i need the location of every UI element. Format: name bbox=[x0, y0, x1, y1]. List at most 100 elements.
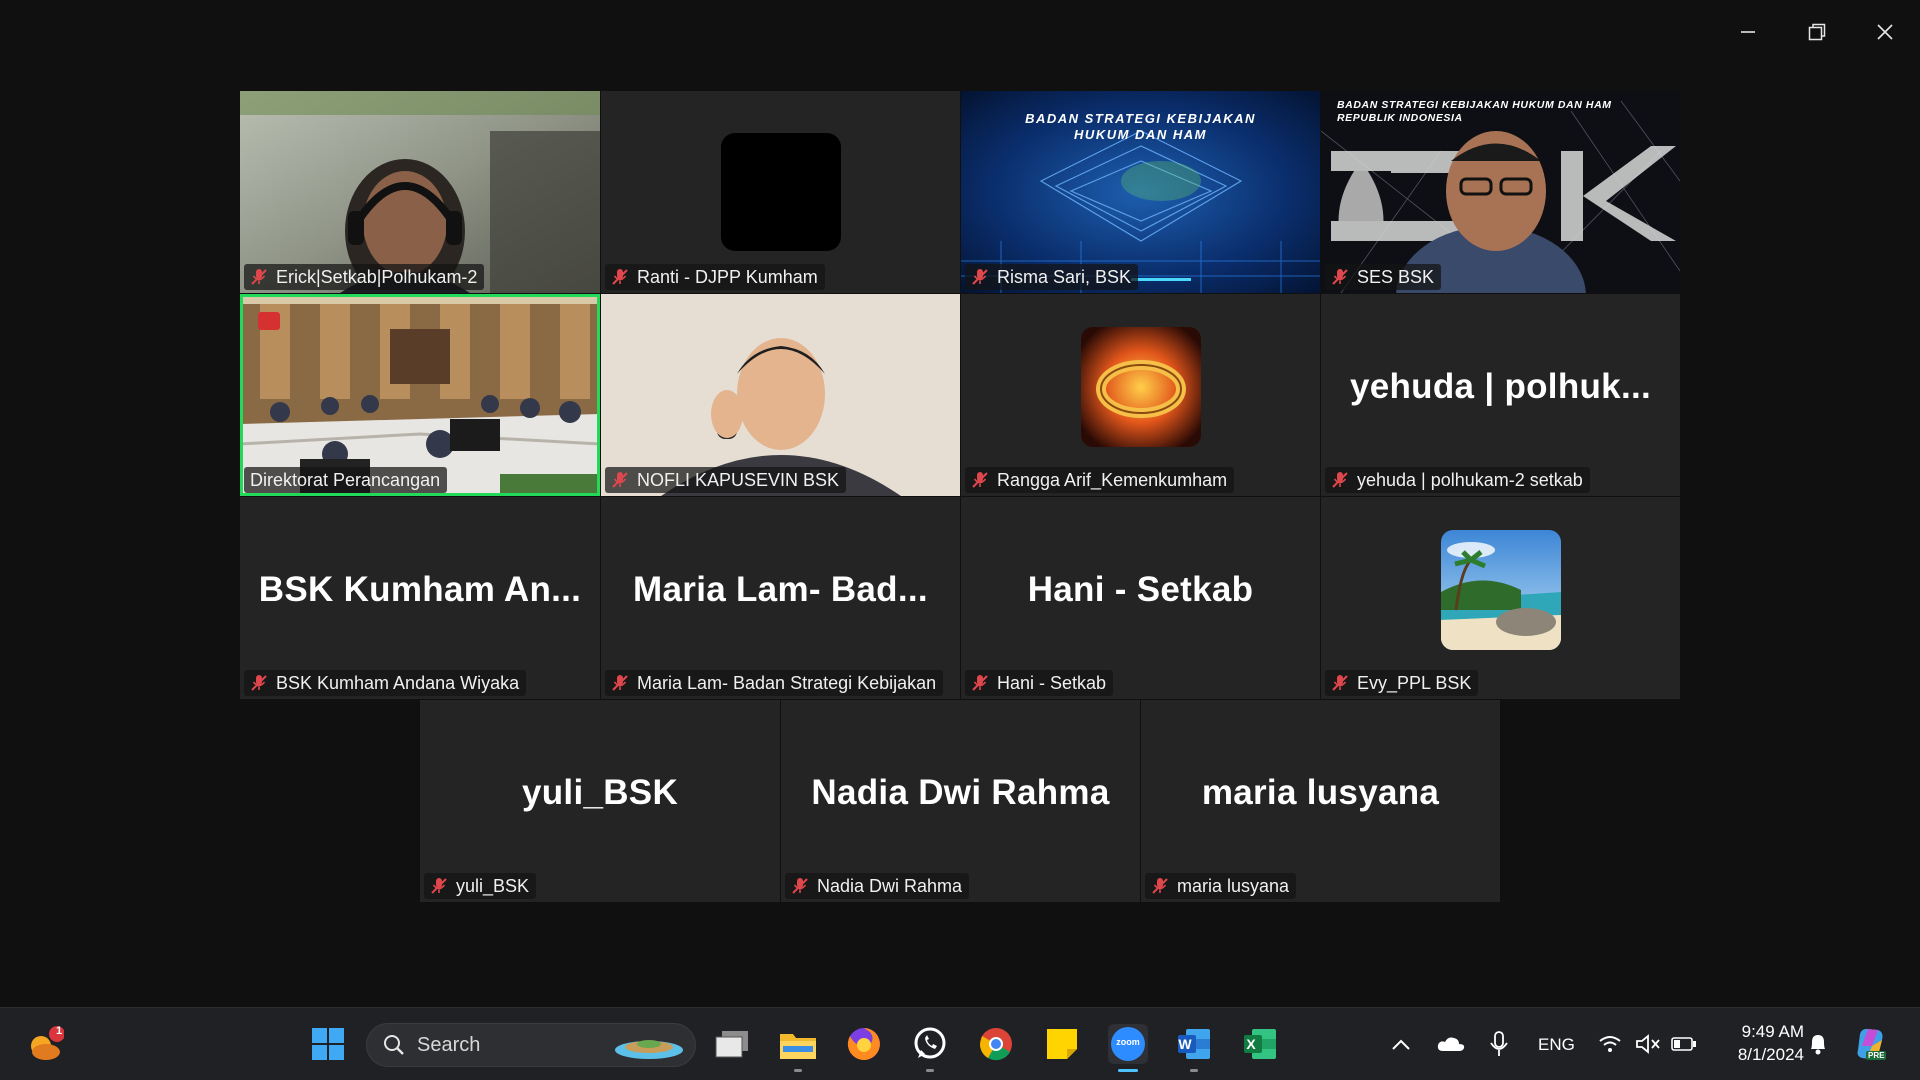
background-overlay-text: BADAN STRATEGI KEBIJAKAN HUKUM DAN HAM bbox=[961, 111, 1320, 143]
participant-name: BSK Kumham Andana Wiyaka bbox=[276, 672, 520, 693]
task-view-button[interactable] bbox=[712, 1024, 752, 1064]
whatsapp-icon bbox=[914, 1027, 946, 1059]
windows-taskbar: 1 Search zoom W X ENG 9:49 AM 8/1/2024 P… bbox=[0, 1007, 1920, 1080]
microphone-muted-icon bbox=[612, 269, 628, 285]
overlay-line-2: HUKUM DAN HAM bbox=[1074, 127, 1207, 142]
zoom-logo-text: zoom bbox=[1116, 1037, 1140, 1047]
video-tile-yehuda[interactable]: yehuda | polhuk... yehuda | polhukam-2 s… bbox=[1321, 294, 1680, 496]
widgets-button[interactable]: 1 bbox=[24, 1024, 64, 1064]
overlay-line-2: REPUBLIK INDONESIA bbox=[1337, 112, 1463, 124]
video-tile-andana[interactable]: BSK Kumham An... BSK Kumham Andana Wiyak… bbox=[240, 497, 600, 699]
video-tile-erick[interactable]: Erick|Setkab|Polhukam-2 bbox=[240, 91, 600, 293]
participant-name: Hani - Setkab bbox=[997, 672, 1107, 693]
participant-label: yehuda | polhukam-2 setkab bbox=[1325, 467, 1590, 493]
zoom-button[interactable]: zoom bbox=[1108, 1024, 1148, 1072]
firefox-icon bbox=[847, 1028, 880, 1060]
microphone-muted-icon bbox=[792, 878, 808, 894]
copilot-preview-badge: PRE bbox=[1866, 1051, 1887, 1060]
restore-icon bbox=[1808, 23, 1826, 41]
chrome-button[interactable] bbox=[976, 1024, 1016, 1064]
microphone-muted-icon bbox=[1332, 269, 1348, 285]
participant-label: Rangga Arif_Kemenkumham bbox=[965, 467, 1235, 493]
video-tile-evy[interactable]: Evy_PPL BSK bbox=[1321, 497, 1680, 699]
taskbar-search-box[interactable]: Search bbox=[366, 1023, 696, 1067]
video-tile-rangga[interactable]: Rangga Arif_Kemenkumham bbox=[961, 294, 1320, 496]
whatsapp-button[interactable] bbox=[910, 1024, 950, 1072]
participant-video bbox=[601, 294, 960, 496]
video-tile-hani[interactable]: Hani - Setkab Hani - Setkab bbox=[961, 497, 1320, 699]
participant-name: yuli_BSK bbox=[456, 875, 530, 896]
video-tile-maria-lusyana[interactable]: maria lusyana maria lusyana bbox=[1141, 700, 1500, 902]
close-button[interactable] bbox=[1862, 14, 1908, 50]
chrome-icon bbox=[979, 1028, 1012, 1061]
notifications-button[interactable] bbox=[1802, 1024, 1834, 1064]
microphone-muted-icon bbox=[972, 675, 988, 691]
battery-button[interactable] bbox=[1668, 1024, 1700, 1064]
minimize-icon bbox=[1741, 31, 1755, 33]
participant-name: Nadia Dwi Rahma bbox=[817, 875, 963, 896]
video-tile-ses-bsk[interactable]: BADAN STRATEGI KEBIJAKAN HUKUM DAN HAM R… bbox=[1321, 91, 1680, 293]
input-language[interactable]: ENG bbox=[1538, 1035, 1575, 1055]
microphone-muted-icon bbox=[251, 269, 267, 285]
microphone-muted-icon bbox=[1332, 675, 1348, 691]
microphone-muted-icon bbox=[972, 472, 988, 488]
task-view-icon bbox=[715, 1031, 748, 1058]
participant-name: Evy_PPL BSK bbox=[1357, 672, 1472, 693]
notification-bell-icon bbox=[1811, 1035, 1825, 1055]
minimize-button[interactable] bbox=[1725, 14, 1771, 50]
video-tile-direktorat-perancangan[interactable]: Direktorat Perancangan bbox=[240, 294, 600, 496]
participant-name: Maria Lam- Badan Strategi Kebijakan bbox=[637, 672, 937, 693]
microphone-muted-icon bbox=[1152, 878, 1168, 894]
participant-video bbox=[240, 91, 600, 293]
search-highlight-icon bbox=[615, 1040, 683, 1059]
overlay-line-1: BADAN STRATEGI KEBIJAKAN HUKUM DAN HAM bbox=[1337, 99, 1612, 111]
sticky-notes-icon bbox=[1047, 1029, 1077, 1059]
clock-time[interactable]: 9:49 AM bbox=[1722, 1022, 1804, 1042]
excel-button[interactable]: X bbox=[1240, 1024, 1280, 1064]
participant-label: Hani - Setkab bbox=[965, 670, 1114, 696]
video-tile-yuli[interactable]: yuli_BSK yuli_BSK bbox=[420, 700, 780, 902]
video-tile-risma[interactable]: BADAN STRATEGI KEBIJAKAN HUKUM DAN HAM R… bbox=[961, 91, 1320, 293]
microphone-muted-icon bbox=[612, 472, 628, 488]
video-tile-nadia[interactable]: Nadia Dwi Rahma Nadia Dwi Rahma bbox=[781, 700, 1140, 902]
wifi-icon bbox=[1599, 1036, 1621, 1052]
volume-button[interactable] bbox=[1632, 1024, 1664, 1064]
participant-label: Erick|Setkab|Polhukam-2 bbox=[244, 264, 485, 290]
restore-button[interactable] bbox=[1794, 14, 1840, 50]
running-indicator bbox=[1118, 1069, 1138, 1072]
start-button[interactable] bbox=[308, 1024, 348, 1064]
word-button[interactable]: W bbox=[1174, 1024, 1214, 1072]
copilot-button[interactable]: PRE bbox=[1852, 1024, 1892, 1064]
participant-name: yehuda | polhukam-2 setkab bbox=[1357, 469, 1583, 490]
file-explorer-icon bbox=[780, 1034, 816, 1059]
participant-display-name: Hani - Setkab bbox=[1027, 569, 1254, 609]
widgets-badge-count: 1 bbox=[55, 1025, 63, 1037]
clock-date[interactable]: 8/1/2024 bbox=[1712, 1045, 1804, 1065]
network-button[interactable] bbox=[1594, 1024, 1626, 1064]
microphone-icon bbox=[1490, 1031, 1508, 1056]
microphone-button[interactable] bbox=[1482, 1024, 1516, 1064]
participant-name: maria lusyana bbox=[1177, 875, 1290, 896]
background-overlay-text: BADAN STRATEGI KEBIJAKAN HUKUM DAN HAM R… bbox=[1337, 99, 1612, 125]
participant-label: Direktorat Perancangan bbox=[244, 467, 448, 493]
onedrive-button[interactable] bbox=[1434, 1024, 1468, 1064]
participant-name: Rangga Arif_Kemenkumham bbox=[997, 469, 1228, 490]
sticky-notes-button[interactable] bbox=[1042, 1024, 1082, 1064]
participant-label: yuli_BSK bbox=[424, 873, 537, 899]
participant-display-name: Maria Lam- Bad... bbox=[633, 569, 928, 609]
microphone-muted-icon bbox=[612, 675, 628, 691]
onedrive-icon bbox=[1437, 1037, 1465, 1051]
microphone-muted-icon bbox=[431, 878, 447, 894]
participant-name: NOFLI KAPUSEVIN BSK bbox=[637, 469, 840, 490]
show-hidden-icons-button[interactable] bbox=[1384, 1024, 1418, 1064]
excel-letter: X bbox=[1246, 1036, 1256, 1052]
firefox-button[interactable] bbox=[844, 1024, 884, 1064]
participant-label: Evy_PPL BSK bbox=[1325, 670, 1479, 696]
video-tile-nofli[interactable]: NOFLI KAPUSEVIN BSK bbox=[601, 294, 960, 496]
video-tile-maria-lam[interactable]: Maria Lam- Bad... Maria Lam- Badan Strat… bbox=[601, 497, 960, 699]
participant-label: Risma Sari, BSK bbox=[965, 264, 1139, 290]
file-explorer-button[interactable] bbox=[778, 1024, 818, 1072]
participant-label: maria lusyana bbox=[1145, 873, 1297, 899]
word-letter: W bbox=[1178, 1036, 1192, 1052]
video-tile-ranti[interactable]: Ranti - DJPP Kumham bbox=[601, 91, 960, 293]
